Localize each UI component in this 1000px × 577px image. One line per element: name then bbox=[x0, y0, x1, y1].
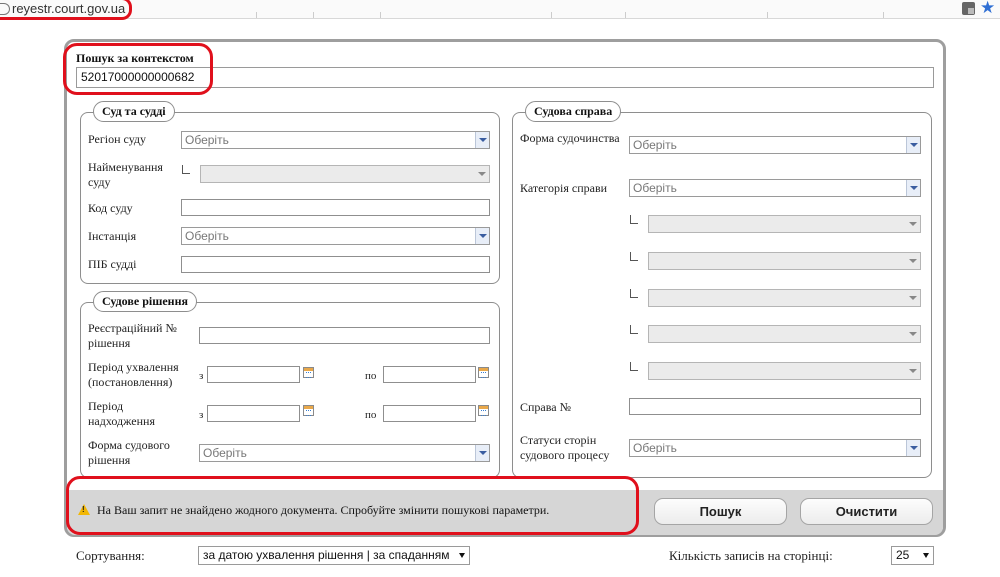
tree-branch-icon bbox=[630, 362, 638, 371]
party-status-select[interactable]: Оберіть bbox=[629, 439, 921, 457]
adoption-period-label: Період ухвалення (постановлення) bbox=[88, 360, 179, 389]
subcategory-select-3[interactable] bbox=[648, 289, 921, 307]
court-name-select[interactable] bbox=[200, 165, 490, 183]
proceeding-form-select[interactable]: Оберіть bbox=[629, 136, 921, 154]
bar-divider bbox=[625, 12, 626, 18]
chevron-down-icon[interactable] bbox=[906, 180, 920, 196]
bar-divider bbox=[313, 12, 314, 18]
clear-button[interactable]: Очистити bbox=[800, 498, 933, 525]
court-legend: Суд та судді bbox=[93, 101, 175, 122]
chevron-down-icon[interactable] bbox=[906, 290, 920, 306]
subcategory-select-5[interactable] bbox=[648, 362, 921, 380]
case-number-input[interactable] bbox=[629, 398, 921, 415]
page-size-select[interactable]: 25 bbox=[891, 546, 934, 565]
chevron-down-icon[interactable] bbox=[475, 228, 489, 244]
sorting-select[interactable]: за датою ухвалення рішення | за спадання… bbox=[198, 546, 470, 565]
reg-number-input[interactable] bbox=[199, 327, 490, 344]
case-category-select[interactable]: Оберіть bbox=[629, 179, 921, 197]
bookmark-star-icon[interactable]: ★ bbox=[980, 0, 995, 18]
case-number-label: Справа № bbox=[520, 400, 572, 414]
adoption-to-input[interactable] bbox=[383, 366, 476, 383]
adoption-to-label: по bbox=[365, 370, 377, 382]
region-select[interactable]: Оберіть bbox=[181, 131, 490, 149]
tree-branch-icon bbox=[630, 215, 638, 224]
chevron-down-icon[interactable] bbox=[906, 363, 920, 379]
chevron-down-icon[interactable] bbox=[475, 166, 489, 182]
region-label: Регіон суду bbox=[88, 132, 147, 146]
annotation-url-highlight bbox=[0, 0, 132, 20]
bar-divider bbox=[551, 12, 552, 18]
annotation-message-highlight bbox=[66, 476, 639, 535]
receipt-from-input[interactable] bbox=[207, 405, 300, 422]
case-category-select-value: Оберіть bbox=[633, 181, 677, 195]
region-select-value: Оберіть bbox=[185, 133, 229, 147]
chevron-down-icon[interactable] bbox=[906, 326, 920, 342]
party-status-select-value: Оберіть bbox=[633, 441, 677, 455]
chevron-down-icon[interactable] bbox=[475, 132, 489, 148]
subcategory-select-4[interactable] bbox=[648, 325, 921, 343]
tree-branch-icon bbox=[630, 252, 638, 261]
decision-form-label: Форма судового рішення bbox=[88, 438, 170, 467]
bar-divider bbox=[767, 12, 768, 18]
proceeding-form-label: Форма судочинства bbox=[520, 131, 620, 145]
receipt-to-label: по bbox=[365, 409, 377, 421]
chevron-down-icon[interactable] bbox=[906, 137, 920, 153]
search-button[interactable]: Пошук bbox=[654, 498, 787, 525]
sorting-label: Сортування: bbox=[76, 548, 145, 563]
case-legend: Судова справа bbox=[525, 101, 622, 122]
calendar-icon[interactable] bbox=[478, 367, 489, 378]
court-code-input[interactable] bbox=[181, 199, 490, 216]
decision-form-select-value: Оберіть bbox=[203, 446, 247, 460]
calendar-icon[interactable] bbox=[303, 367, 314, 378]
decision-form-select[interactable]: Оберіть bbox=[199, 444, 490, 462]
page-size-label: Кількість записів на сторінці: bbox=[669, 548, 833, 563]
sorting-select-value: за датою ухвалення рішення | за спадання… bbox=[203, 548, 450, 562]
tree-branch-icon bbox=[182, 165, 190, 174]
tree-branch-icon bbox=[630, 325, 638, 334]
judge-input[interactable] bbox=[181, 256, 490, 273]
bar-divider bbox=[256, 12, 257, 18]
receipt-from-label: з bbox=[199, 409, 204, 421]
reg-number-label: Реєстраційний № рішення bbox=[88, 321, 177, 350]
tree-branch-icon bbox=[630, 289, 638, 298]
calendar-icon[interactable] bbox=[478, 405, 489, 416]
subcategory-select-2[interactable] bbox=[648, 252, 921, 270]
dropdown-arrow-icon[interactable] bbox=[459, 553, 465, 558]
bar-divider bbox=[380, 12, 381, 18]
chevron-down-icon[interactable] bbox=[475, 445, 489, 461]
browser-address-bar: reyestr.court.gov.ua ★ bbox=[0, 0, 1000, 19]
instance-select-value: Оберіть bbox=[185, 229, 229, 243]
case-category-label: Категорія справи bbox=[520, 181, 608, 195]
judge-label: ПІБ судді bbox=[88, 257, 137, 271]
court-name-label: Найменування суду bbox=[88, 160, 163, 189]
chevron-down-icon[interactable] bbox=[906, 440, 920, 456]
page-size-select-value: 25 bbox=[896, 548, 910, 562]
bar-divider bbox=[883, 12, 884, 18]
court-code-label: Код суду bbox=[88, 201, 133, 215]
adoption-from-label: з bbox=[199, 370, 204, 382]
annotation-search-highlight bbox=[63, 43, 213, 95]
translate-icon[interactable] bbox=[962, 2, 975, 15]
chevron-down-icon[interactable] bbox=[906, 216, 920, 232]
adoption-from-input[interactable] bbox=[207, 366, 300, 383]
chevron-down-icon[interactable] bbox=[906, 253, 920, 269]
calendar-icon[interactable] bbox=[303, 405, 314, 416]
subcategory-select-1[interactable] bbox=[648, 215, 921, 233]
proceeding-form-select-value: Оберіть bbox=[633, 138, 677, 152]
instance-label: Інстанція bbox=[88, 229, 137, 243]
party-status-label: Статуси сторін судового процесу bbox=[520, 433, 610, 462]
receipt-period-label: Період надходження bbox=[88, 399, 155, 428]
instance-select[interactable]: Оберіть bbox=[181, 227, 490, 245]
receipt-to-input[interactable] bbox=[383, 405, 476, 422]
dropdown-arrow-icon[interactable] bbox=[923, 553, 929, 558]
decision-legend: Судове рішення bbox=[93, 291, 197, 312]
